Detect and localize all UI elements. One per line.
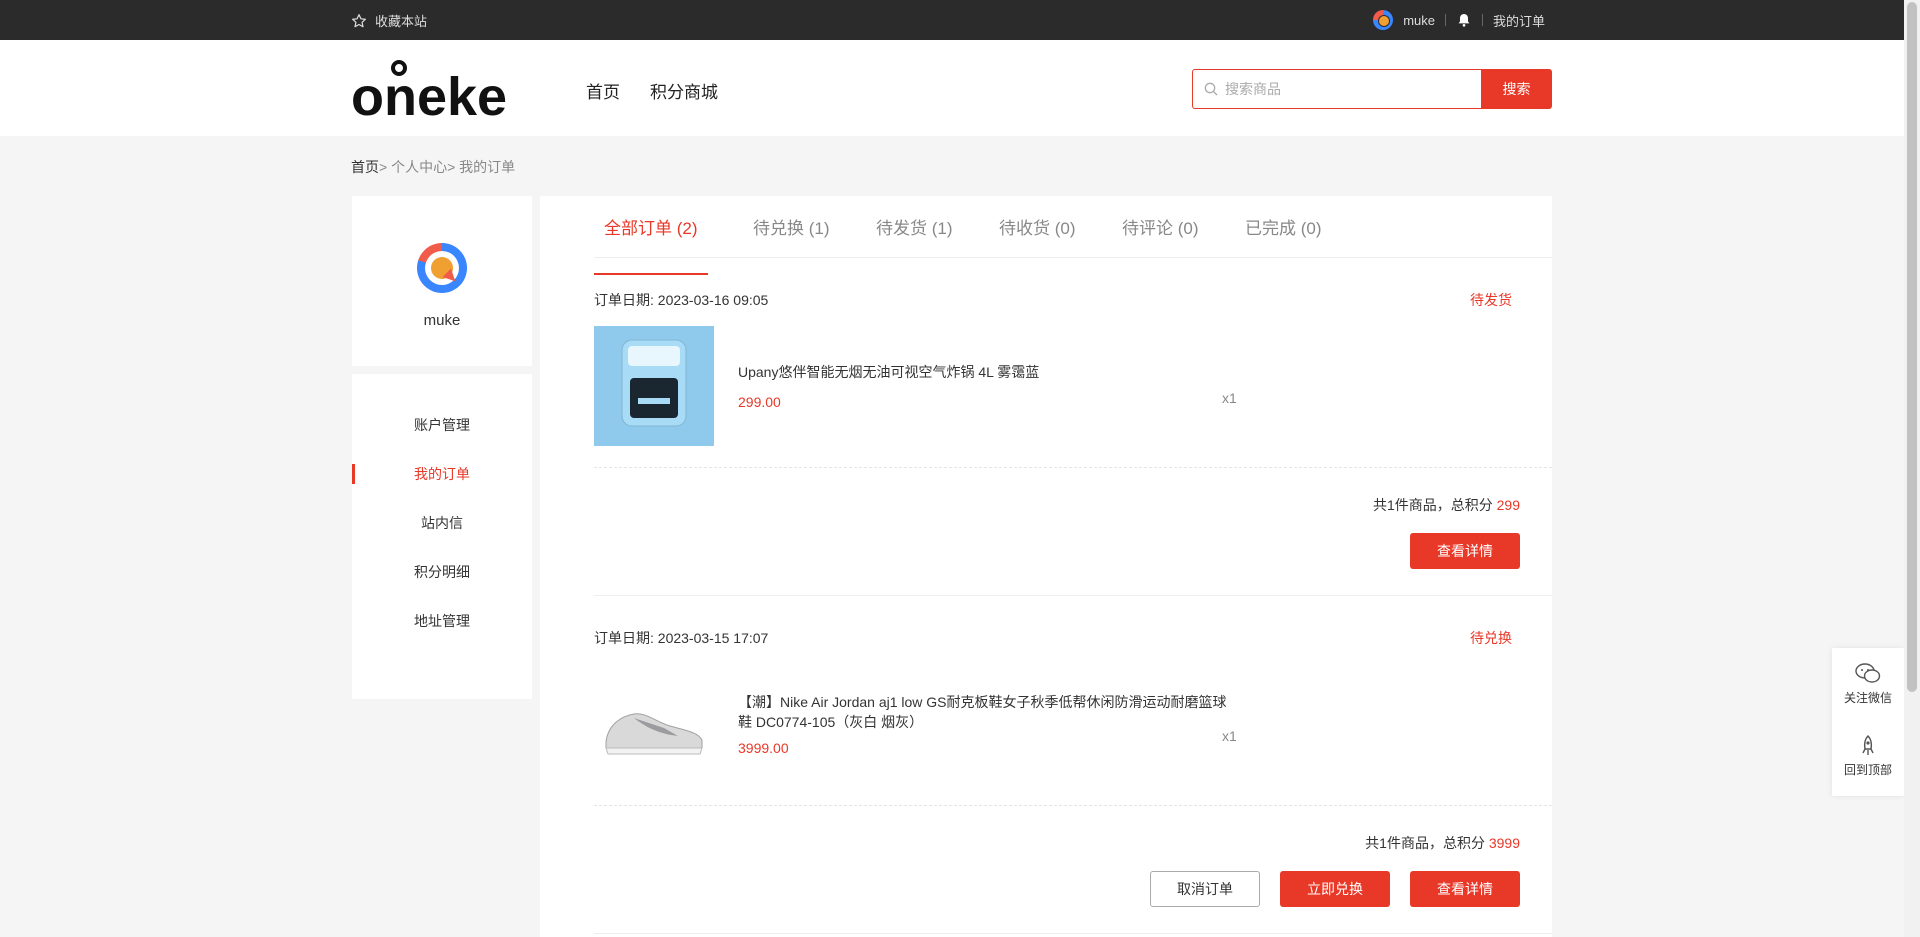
- summary-text: 共1件商品，总积分: [1365, 835, 1485, 851]
- top-bar: 收藏本站 muke 我的订单: [0, 0, 1904, 40]
- summary-text: 共1件商品，总积分: [1372, 497, 1493, 513]
- divider: [594, 467, 1552, 468]
- product-quantity: x1: [1222, 390, 1237, 406]
- follow-wechat-button[interactable]: 关注微信: [1832, 662, 1904, 706]
- wechat-icon: [1855, 663, 1881, 683]
- product-image-air-fryer[interactable]: [594, 326, 714, 446]
- redeem-now-button[interactable]: 立即兑换: [1280, 871, 1390, 907]
- favorite-label: 收藏本站: [375, 14, 428, 29]
- order-status: 待兑换: [1470, 630, 1512, 646]
- tab-completed[interactable]: 已完成 (0): [1245, 214, 1322, 258]
- floating-toolbar: 关注微信 回到顶部: [1832, 648, 1904, 796]
- product-price: 299.00: [738, 394, 781, 410]
- main-nav: 首页 积分商城: [586, 78, 718, 103]
- order-summary: 共1件商品，总积分 3999: [1365, 833, 1520, 853]
- tab-pending-receipt[interactable]: 待收货 (0): [999, 214, 1076, 258]
- product-price: 3999.00: [738, 740, 789, 756]
- orders-panel: 全部订单 (2) 待兑换 (1) 待发货 (1) 待收货 (0) 待评论 (0)…: [540, 196, 1552, 937]
- product-name[interactable]: 【潮】Nike Air Jordan aj1 low GS耐克板鞋女子秋季低帮休…: [738, 692, 1238, 732]
- divider: [594, 933, 1552, 934]
- profile-card: muke: [352, 196, 532, 366]
- bell-icon[interactable]: [1456, 12, 1472, 28]
- back-to-top-label: 回到顶部: [1843, 763, 1892, 777]
- avatar[interactable]: [417, 243, 467, 293]
- order-date: 订单日期: 2023-03-15 17:07: [594, 630, 769, 646]
- search-button[interactable]: 搜索: [1481, 69, 1552, 109]
- order-date: 订单日期: 2023-03-16 09:05: [594, 292, 769, 308]
- summary-points: 299: [1496, 497, 1520, 513]
- tab-pending-review[interactable]: 待评论 (0): [1122, 214, 1199, 258]
- order-status: 待发货: [1470, 292, 1512, 308]
- product-name[interactable]: Upany悠伴智能无烟无油可视空气炸锅 4L 雾霭蓝: [738, 362, 1238, 382]
- username-link[interactable]: muke: [1403, 13, 1435, 28]
- header: onekey 首页 积分商城 搜索: [0, 40, 1904, 136]
- sidebar-item-points[interactable]: 积分明细: [352, 562, 532, 582]
- view-details-button[interactable]: 查看详情: [1410, 533, 1520, 569]
- tab-pending-exchange[interactable]: 待兑换 (1): [753, 214, 830, 258]
- rocket-icon: [1862, 735, 1874, 755]
- product-image-sneaker[interactable]: [594, 664, 714, 784]
- favorite-link[interactable]: 收藏本站: [351, 11, 427, 30]
- tab-pending-shipment[interactable]: 待发货 (1): [876, 214, 953, 258]
- follow-wechat-label: 关注微信: [1843, 691, 1892, 705]
- search-input[interactable]: [1225, 81, 1465, 97]
- logo-text: onekey: [351, 67, 506, 124]
- breadcrumb-home[interactable]: 首页: [351, 159, 379, 175]
- product-quantity: x1: [1222, 728, 1237, 744]
- sidebar-item-my-orders[interactable]: 我的订单: [352, 464, 532, 484]
- my-orders-link[interactable]: 我的订单: [1493, 11, 1545, 30]
- page-scrollbar[interactable]: [1904, 0, 1920, 937]
- divider: [1481, 14, 1483, 26]
- search-icon: [1204, 82, 1218, 96]
- divider: [594, 805, 1552, 806]
- divider: [594, 595, 1552, 596]
- scrollbar-thumb[interactable]: [1907, 2, 1917, 692]
- breadcrumb: 首页> 个人中心> 我的订单: [351, 157, 515, 177]
- nav-home[interactable]: 首页: [586, 78, 620, 103]
- sidebar-item-messages[interactable]: 站内信: [352, 513, 532, 533]
- breadcrumb-trail: > 个人中心> 我的订单: [379, 159, 516, 175]
- cancel-order-button[interactable]: 取消订单: [1150, 871, 1260, 907]
- sidebar-item-address[interactable]: 地址管理: [352, 611, 532, 631]
- divider: [1444, 14, 1446, 26]
- search-bar: 搜索: [1192, 69, 1552, 109]
- user-avatar[interactable]: [1373, 10, 1394, 30]
- order-summary: 共1件商品，总积分 299: [1373, 495, 1520, 515]
- star-icon: [352, 13, 366, 27]
- nav-points-mall[interactable]: 积分商城: [650, 78, 718, 103]
- sidebar-menu: 账户管理 我的订单 站内信 积分明细 地址管理: [352, 374, 532, 699]
- view-details-button[interactable]: 查看详情: [1410, 871, 1520, 907]
- back-to-top-button[interactable]: 回到顶部: [1832, 734, 1904, 778]
- sidebar-item-account[interactable]: 账户管理: [352, 415, 532, 435]
- onekey-logo[interactable]: onekey: [351, 54, 506, 124]
- tab-all[interactable]: 全部订单 (2): [594, 214, 708, 275]
- summary-points: 3999: [1488, 835, 1520, 851]
- profile-name: muke: [423, 312, 461, 329]
- order-tabs: 全部订单 (2) 待兑换 (1) 待发货 (1) 待收货 (0) 待评论 (0)…: [594, 196, 1552, 275]
